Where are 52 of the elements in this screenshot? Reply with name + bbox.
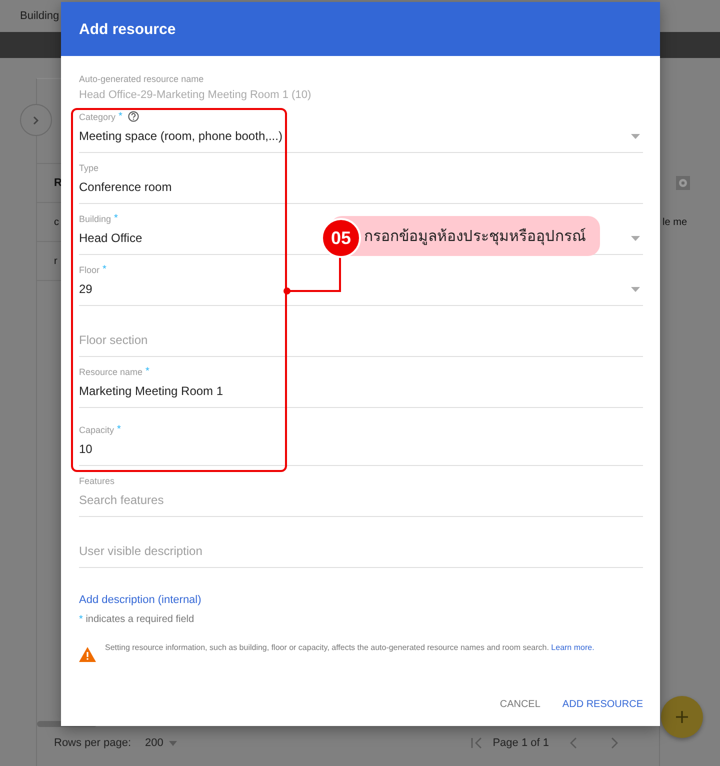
- rows-per-page-select[interactable]: 200: [145, 737, 178, 749]
- warning-icon: [79, 647, 96, 662]
- field-label: Features: [79, 476, 115, 486]
- plus-icon: [676, 711, 688, 723]
- field-label: Auto-generated resource name: [79, 73, 205, 86]
- field-label: Category: [79, 112, 116, 122]
- required-mark: *: [117, 424, 121, 435]
- chevron-right-icon: [33, 116, 39, 124]
- page-label: Page 1 of 1: [492, 737, 549, 749]
- rows-per-page-label: Rows per page:: [54, 737, 132, 749]
- warning-text: Setting resource information, such as building, floor or capacity, affects the auto-generated resource names and room search. Learn more.: [105, 642, 594, 654]
- gear-icon[interactable]: [676, 176, 690, 190]
- required-mark: *: [114, 213, 118, 224]
- dropdown-caret-icon: [631, 286, 640, 292]
- required-mark: *: [146, 366, 150, 377]
- dropdown-caret-icon: [631, 134, 640, 138]
- previous-page-icon[interactable]: [569, 737, 579, 749]
- field-label: Building: [79, 214, 112, 224]
- input-field[interactable]: Resource name * Marketing Meeting Room 1: [79, 357, 643, 408]
- input-field[interactable]: Capacity * 10: [79, 408, 643, 466]
- field-label: Resource name: [79, 366, 143, 376]
- required-mark: *: [118, 111, 122, 122]
- add-description-link[interactable]: Add description (internal): [79, 594, 202, 606]
- column-header: R: [54, 177, 62, 189]
- add-resource-button[interactable]: ADD RESOURCE: [554, 695, 643, 714]
- help-icon[interactable]: [128, 111, 140, 122]
- next-page-icon[interactable]: [609, 737, 619, 749]
- dropdown-caret-icon: [631, 236, 640, 240]
- required-mark: *: [79, 614, 83, 625]
- cancel-button[interactable]: CANCEL: [492, 695, 548, 714]
- table-cell: c: [54, 216, 59, 228]
- required-mark: *: [102, 264, 106, 275]
- input-field[interactable]: Type Conference room: [79, 153, 643, 204]
- breadcrumb[interactable]: Building: [20, 10, 60, 22]
- table-cell: r: [54, 256, 58, 266]
- required-note: indicates a required field: [86, 614, 194, 625]
- table-cell: le me: [662, 216, 687, 228]
- add-fab-button[interactable]: [661, 696, 703, 738]
- field-label: Type: [79, 162, 99, 172]
- first-page-icon[interactable]: [470, 737, 483, 749]
- learn-more-link[interactable]: Learn more.: [551, 643, 594, 652]
- input-field[interactable]: Features Search features: [79, 466, 643, 517]
- input-field[interactable]: Floor section: [79, 306, 643, 357]
- expand-button[interactable]: [20, 104, 52, 136]
- caret-icon: [169, 740, 178, 746]
- generated-name: Head Office-29-Marketing Meeting Room 1 (10): [79, 88, 312, 102]
- dropdown-field[interactable]: Category * Meeting space (room, phone booth,...): [79, 102, 643, 153]
- leader-line: [283, 256, 343, 296]
- dialog-title: Add resource: [79, 20, 176, 38]
- field-label: Capacity: [79, 424, 114, 434]
- field-label: Floor: [79, 264, 100, 274]
- input-field[interactable]: User visible description: [79, 517, 643, 568]
